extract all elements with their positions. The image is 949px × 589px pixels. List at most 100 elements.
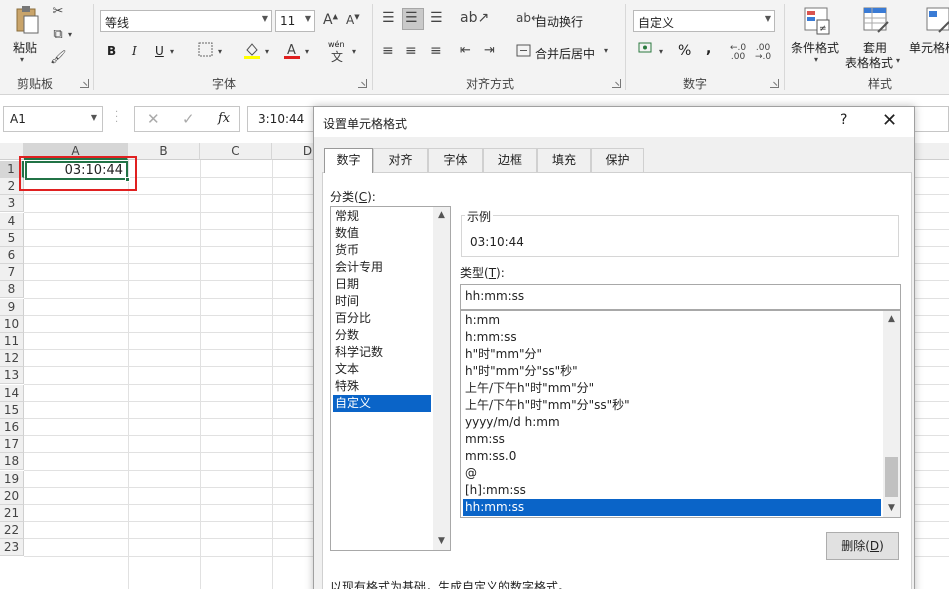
tab-font[interactable]: 字体 — [428, 148, 483, 172]
copy-dropdown-icon[interactable]: ▾ — [68, 30, 72, 39]
font-color-dropdown-icon[interactable]: ▾ — [305, 47, 309, 56]
row-header[interactable]: 3 — [0, 195, 24, 213]
category-item[interactable]: 自定义 — [333, 395, 431, 412]
scrollbar-thumb[interactable] — [885, 457, 898, 497]
format-item[interactable]: h:mm:ss — [463, 329, 881, 346]
category-item[interactable]: 数值 — [333, 225, 431, 242]
category-item[interactable]: 文本 — [333, 361, 431, 378]
decrease-indent-icon[interactable]: ⇤ — [460, 43, 471, 58]
paste-button[interactable]: 粘贴 — [13, 39, 37, 56]
row-header[interactable]: 16 — [0, 419, 24, 436]
font-launcher-icon[interactable] — [358, 79, 367, 88]
category-list[interactable]: ▲ ▼ 常规 数值 货币 会计专用 日期 时间 百分比 分数 科学记数 文本 特殊 自定义 — [330, 206, 451, 551]
number-format-select[interactable]: 自定义 ▼ — [633, 10, 775, 32]
align-right-icon[interactable]: ≡ — [430, 43, 442, 59]
category-item[interactable]: 时间 — [333, 293, 431, 310]
format-list[interactable]: ▲ ▼ h:mm h:mm:ss h"时"mm"分" h"时"mm"分"ss"秒" 上午… — [460, 310, 901, 518]
row-header[interactable]: 18 — [0, 453, 24, 471]
border-icon[interactable] — [198, 42, 213, 61]
italic-button[interactable]: I — [132, 44, 137, 58]
format-item[interactable]: hh:mm:ss — [463, 499, 881, 516]
help-button[interactable]: ? — [840, 112, 847, 128]
row-header[interactable]: 14 — [0, 384, 24, 402]
row-header[interactable]: 5 — [0, 229, 24, 247]
align-top-icon[interactable]: ☰ — [382, 10, 395, 26]
increase-decimal-icon[interactable]: ←.0.00 — [730, 44, 746, 62]
scroll-down-icon[interactable]: ▼ — [433, 533, 450, 550]
phonetic-icon[interactable]: 文 — [331, 48, 343, 65]
scroll-up-icon[interactable]: ▲ — [433, 207, 450, 224]
row-header[interactable]: 21 — [0, 505, 24, 522]
row-header[interactable]: 17 — [0, 436, 24, 454]
tab-fill[interactable]: 填充 — [537, 148, 591, 172]
cell-styles-icon[interactable] — [925, 6, 949, 40]
format-item[interactable]: yyyy/m/d h:mm — [463, 414, 881, 431]
font-name-select[interactable]: 等线 ▼ — [100, 10, 272, 32]
underline-dropdown-icon[interactable]: ▾ — [170, 47, 174, 56]
row-header[interactable]: 7 — [0, 264, 24, 282]
align-middle-icon[interactable]: ☰ — [405, 10, 418, 26]
category-item[interactable]: 常规 — [333, 208, 431, 225]
format-item[interactable]: @ — [463, 465, 881, 482]
underline-button[interactable]: U — [155, 44, 164, 58]
chevron-down-icon[interactable]: ▼ — [91, 113, 97, 122]
row-header[interactable]: 4 — [0, 212, 24, 230]
fill-color-dropdown-icon[interactable]: ▾ — [265, 47, 269, 56]
category-item[interactable]: 百分比 — [333, 310, 431, 327]
row-header[interactable]: 23 — [0, 539, 24, 557]
table-format-icon[interactable] — [862, 6, 890, 40]
row-header[interactable]: 8 — [0, 281, 24, 299]
accounting-format-icon[interactable] — [638, 41, 656, 61]
format-item[interactable]: mm:ss — [463, 431, 881, 448]
cell-styles-button[interactable]: 单元格样 — [909, 39, 949, 56]
format-item[interactable]: 上午/下午h"时"mm"分"ss"秒" — [463, 397, 881, 414]
format-item[interactable]: h"时"mm"分"ss"秒" — [463, 363, 881, 380]
decrease-decimal-icon[interactable]: .00 →.0 — [755, 44, 771, 62]
align-bottom-icon[interactable]: ☰ — [430, 10, 443, 26]
row-header[interactable]: 15 — [0, 401, 24, 419]
merge-center-button[interactable]: 合并后居中 — [535, 45, 595, 62]
formula-bar-handle-icon[interactable]: · · · — [115, 108, 118, 128]
phonetic-dropdown-icon[interactable]: ▾ — [352, 47, 356, 56]
format-item[interactable]: h"时"mm"分" — [463, 346, 881, 363]
copy-icon[interactable]: ⧉ — [50, 27, 66, 42]
row-header[interactable]: 6 — [0, 247, 24, 264]
dialog-titlebar[interactable]: 设置单元格格式 ? ✕ — [314, 107, 914, 137]
close-icon[interactable]: ✕ — [882, 110, 897, 131]
category-item[interactable]: 会计专用 — [333, 259, 431, 276]
alignment-launcher-icon[interactable] — [612, 79, 621, 88]
decrease-font-icon[interactable]: A▼ — [346, 13, 360, 27]
column-header-c[interactable]: C — [200, 143, 272, 160]
percent-button[interactable]: % — [678, 43, 691, 59]
tab-alignment[interactable]: 对齐 — [373, 148, 428, 172]
name-box[interactable]: A1 ▼ — [3, 106, 103, 132]
wrap-text-button[interactable]: 自动换行 — [535, 13, 583, 30]
paste-icon[interactable] — [14, 5, 40, 35]
align-center-icon[interactable]: ≡ — [405, 43, 417, 59]
tab-protection[interactable]: 保护 — [591, 148, 644, 172]
tab-border[interactable]: 边框 — [483, 148, 537, 172]
conditional-format-button[interactable]: 条件格式 — [791, 39, 839, 56]
orientation-icon[interactable]: ab↗ — [460, 10, 489, 26]
row-header[interactable]: 20 — [0, 487, 24, 505]
scroll-down-icon[interactable]: ▼ — [883, 500, 900, 517]
font-color-icon[interactable]: A — [283, 41, 301, 63]
row-header[interactable]: 13 — [0, 367, 24, 385]
border-dropdown-icon[interactable]: ▾ — [218, 47, 222, 56]
category-item[interactable]: 货币 — [333, 242, 431, 259]
format-item[interactable]: 上午/下午h"时"mm"分" — [463, 380, 881, 397]
column-header-b[interactable]: B — [128, 143, 200, 160]
row-header[interactable]: 10 — [0, 315, 24, 333]
delete-button[interactable]: 删除(D) — [826, 532, 899, 560]
category-scrollbar[interactable]: ▲ ▼ — [433, 207, 450, 550]
merge-center-icon[interactable] — [516, 43, 531, 62]
format-painter-icon[interactable]: 🖌 — [50, 50, 67, 65]
format-item[interactable]: [h]:mm:ss — [463, 482, 881, 499]
insert-function-button[interactable]: fx — [218, 111, 230, 126]
scroll-up-icon[interactable]: ▲ — [883, 311, 900, 328]
bold-button[interactable]: B — [107, 44, 116, 58]
row-header[interactable]: 9 — [0, 298, 24, 316]
align-left-icon[interactable]: ≡ — [382, 43, 394, 59]
accounting-dropdown-icon[interactable]: ▾ — [659, 47, 663, 56]
category-item[interactable]: 科学记数 — [333, 344, 431, 361]
